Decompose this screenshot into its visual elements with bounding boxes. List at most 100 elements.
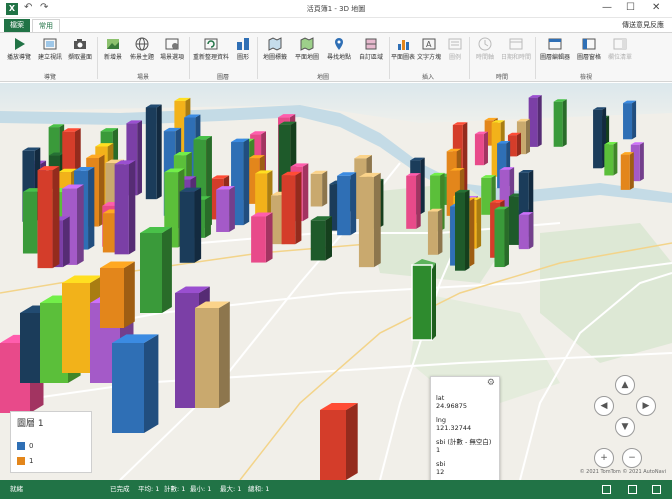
lng-value: 121.32744 (436, 424, 472, 432)
normal-view-icon[interactable] (602, 485, 611, 494)
tooltip-lat: lat 24.96875 (436, 394, 494, 410)
status-completed: 已完成 (110, 485, 130, 493)
tooltip-sbi: sbi 12 (436, 460, 494, 476)
bar-chart-icon (398, 40, 409, 50)
status-min: 最小: 1 (190, 485, 212, 493)
shapes-button[interactable]: 圖形 (232, 36, 254, 61)
tooltip-lng: lng 121.32744 (436, 416, 494, 432)
status-count: 計數: 1 (164, 485, 186, 493)
data-point-tooltip: ⚙ lat 24.96875 lng 121.32744 sbi (計數 - 無… (430, 376, 500, 480)
new-scene-button[interactable]: 新增景 (100, 36, 126, 61)
page-view-icon[interactable] (628, 485, 637, 494)
legend-title: 圖層 1 (17, 419, 44, 429)
group-label-scene: 場景 (136, 74, 149, 81)
status-bar: 就緒 已完成 平均: 1 計數: 1 最小: 1 最大: 1 總和: 1 (0, 480, 672, 499)
video-icon (43, 38, 57, 50)
flat-map-icon (300, 37, 314, 51)
legend-swatch (17, 442, 25, 450)
rotate-right-button[interactable]: ▶ (636, 396, 656, 416)
calendar-icon (509, 38, 523, 50)
date-time-label: 日期和時間 (500, 54, 531, 61)
tilt-up-button[interactable]: ▲ (615, 375, 635, 395)
sbi-label: sbi (436, 460, 446, 468)
zoom-out-button[interactable]: − (622, 448, 642, 468)
svg-text:A: A (426, 40, 432, 49)
layer-legend[interactable]: 圖層 1 0 1 (10, 411, 92, 473)
flat-map-button[interactable]: 平面地圖 (292, 36, 322, 61)
custom-regions-button[interactable]: 自訂區域 (356, 36, 386, 61)
capture-screen-button[interactable]: 擷取畫面 (66, 36, 94, 61)
custom-regions-label: 自訂區域 (358, 54, 383, 61)
status-ready: 就緒 (10, 485, 23, 493)
ribbon-separator (469, 37, 470, 79)
zoom-in-button[interactable]: + (594, 448, 614, 468)
create-video-button[interactable]: 建立視訊 (36, 36, 64, 61)
title-bar: X ↶ ↷ 活頁簿1 - 3D 地圖 — ☐ ✕ (0, 0, 672, 18)
count-label: sbi (計數 - 無空白) (436, 438, 492, 446)
find-location-button[interactable]: 尋找地點 (324, 36, 354, 61)
location-pin-icon (335, 38, 343, 50)
legend-icon (448, 38, 462, 50)
group-label-view: 檢視 (579, 74, 592, 81)
group-label-tour: 導覽 (43, 74, 56, 81)
3d-map-canvas[interactable]: ⚙ lat 24.96875 lng 121.32744 sbi (計數 - 無… (0, 83, 672, 480)
send-feedback-link[interactable]: 傳送意見反應 (622, 20, 664, 30)
flat-map-label: 平面地圖 (294, 54, 319, 61)
layer-pane-button[interactable]: 圖層編輯器 (538, 36, 572, 61)
close-icon[interactable]: ✕ (652, 2, 660, 13)
sbi-value: 12 (436, 468, 445, 476)
scene-options-icon (165, 38, 179, 50)
legend-button[interactable]: 圖例 (444, 36, 466, 61)
tour-editor-label: 圖層窗格 (576, 54, 601, 61)
play-tour-button[interactable]: 播放導覽 (6, 36, 32, 61)
shapes-label: 圖形 (236, 54, 249, 61)
maximize-icon[interactable]: ☐ (626, 2, 635, 13)
camera-icon (74, 39, 86, 49)
field-list-button[interactable]: 欄位清單 (606, 36, 634, 61)
text-box-icon: A (422, 38, 436, 50)
play-icon (15, 38, 25, 50)
date-time-button[interactable]: 日期和時間 (500, 36, 532, 61)
layer-pane-label: 圖層編輯器 (539, 54, 570, 61)
status-max: 最大: 1 (220, 485, 242, 493)
rotate-left-button[interactable]: ◀ (594, 396, 614, 416)
tour-editor-button[interactable]: 圖層窗格 (574, 36, 604, 61)
tab-home[interactable]: 常用 (32, 19, 60, 32)
create-video-label: 建立視訊 (37, 54, 62, 61)
themes-button[interactable]: 佈景主題 (128, 36, 156, 61)
gear-icon[interactable]: ⚙ (487, 379, 495, 388)
ribbon: 播放導覽 建立視訊 擷取畫面 導覽 新增景 佈景主題 場景選項 場景 重新整理資… (0, 32, 672, 82)
text-box-button[interactable]: A 文字方塊 (416, 36, 442, 61)
ribbon-separator (535, 37, 536, 79)
2d-chart-button[interactable]: 平面圖表 (390, 36, 416, 61)
group-label-layer: 圖層 (216, 74, 229, 81)
legend-swatch (17, 457, 25, 465)
ribbon-separator (189, 37, 190, 79)
scene-options-button[interactable]: 場景選項 (158, 36, 186, 61)
timeline-button[interactable]: 時間軸 (472, 36, 498, 61)
map-render (0, 83, 672, 480)
map-labels-label: 地圖標籤 (262, 54, 287, 61)
2d-chart-label: 平面圖表 (390, 54, 415, 61)
fullscreen-icon[interactable] (652, 485, 661, 494)
minimize-icon[interactable]: — (602, 2, 612, 13)
legend-item-label: 1 (29, 457, 34, 465)
tab-file[interactable]: 檔案 (4, 19, 30, 32)
group-label-map: 地圖 (316, 74, 329, 81)
new-scene-icon (107, 39, 119, 49)
map-labels-button[interactable]: 地圖標籤 (260, 36, 290, 61)
status-sum: 總和: 1 (248, 485, 270, 493)
lat-label: lat (436, 394, 445, 402)
legend-button-label: 圖例 (448, 54, 461, 61)
ribbon-separator (97, 37, 98, 79)
refresh-data-button[interactable]: 重新整理資料 (192, 36, 230, 61)
shapes-icon (237, 38, 249, 50)
ribbon-separator (257, 37, 258, 79)
legend-item-1: 1 (17, 457, 33, 465)
tour-editor-icon (582, 38, 596, 50)
group-label-time: 時間 (495, 74, 508, 81)
refresh-icon (204, 38, 218, 50)
scene-options-label: 場景選項 (159, 54, 184, 61)
tilt-down-button[interactable]: ▼ (615, 417, 635, 437)
lat-value: 24.96875 (436, 402, 468, 410)
